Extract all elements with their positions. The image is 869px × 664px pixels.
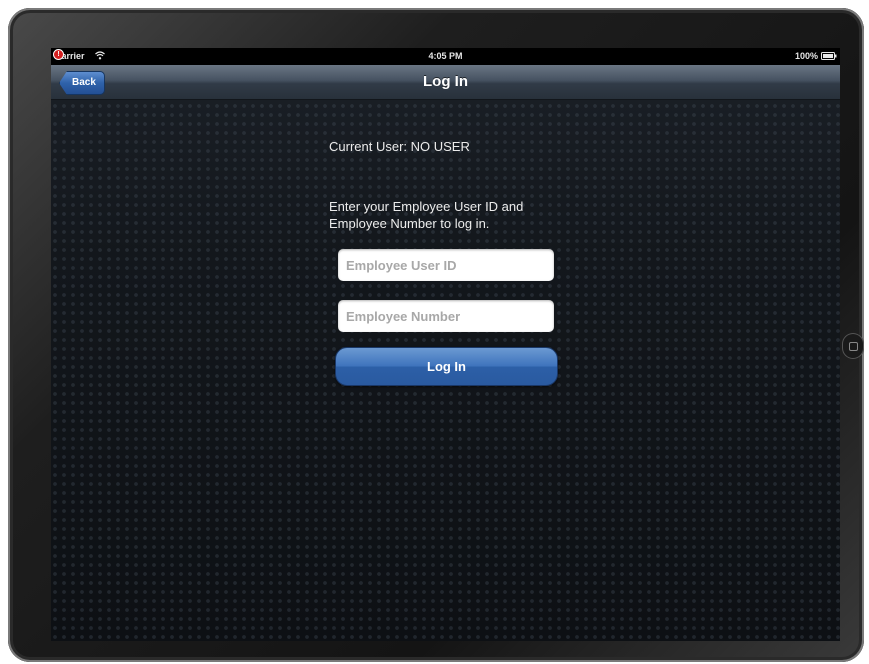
battery-percent: 100%: [794, 51, 818, 61]
current-user-label: Current User: NO USER: [329, 139, 470, 154]
status-time: 4:05 PM: [428, 51, 463, 61]
status-bar: Carrier 4:05 PM 100%: [51, 48, 840, 65]
login-instructions: Enter your Employee User ID and Employee…: [329, 199, 524, 231]
employee-user-id-field[interactable]: [338, 249, 554, 281]
battery-icon: [821, 52, 837, 60]
app-screen: Carrier 4:05 PM 100% Back Log In ! Curre…: [51, 48, 840, 641]
page-title: Log In: [423, 73, 468, 90]
employee-number-field[interactable]: [338, 300, 554, 332]
alert-badge-icon: !: [53, 49, 64, 60]
home-button-icon[interactable]: [842, 333, 864, 359]
log-in-button[interactable]: Log In: [335, 347, 558, 386]
ipad-frame: Carrier 4:05 PM 100% Back Log In ! Curre…: [8, 8, 864, 662]
navigation-bar: Back Log In: [51, 65, 840, 100]
